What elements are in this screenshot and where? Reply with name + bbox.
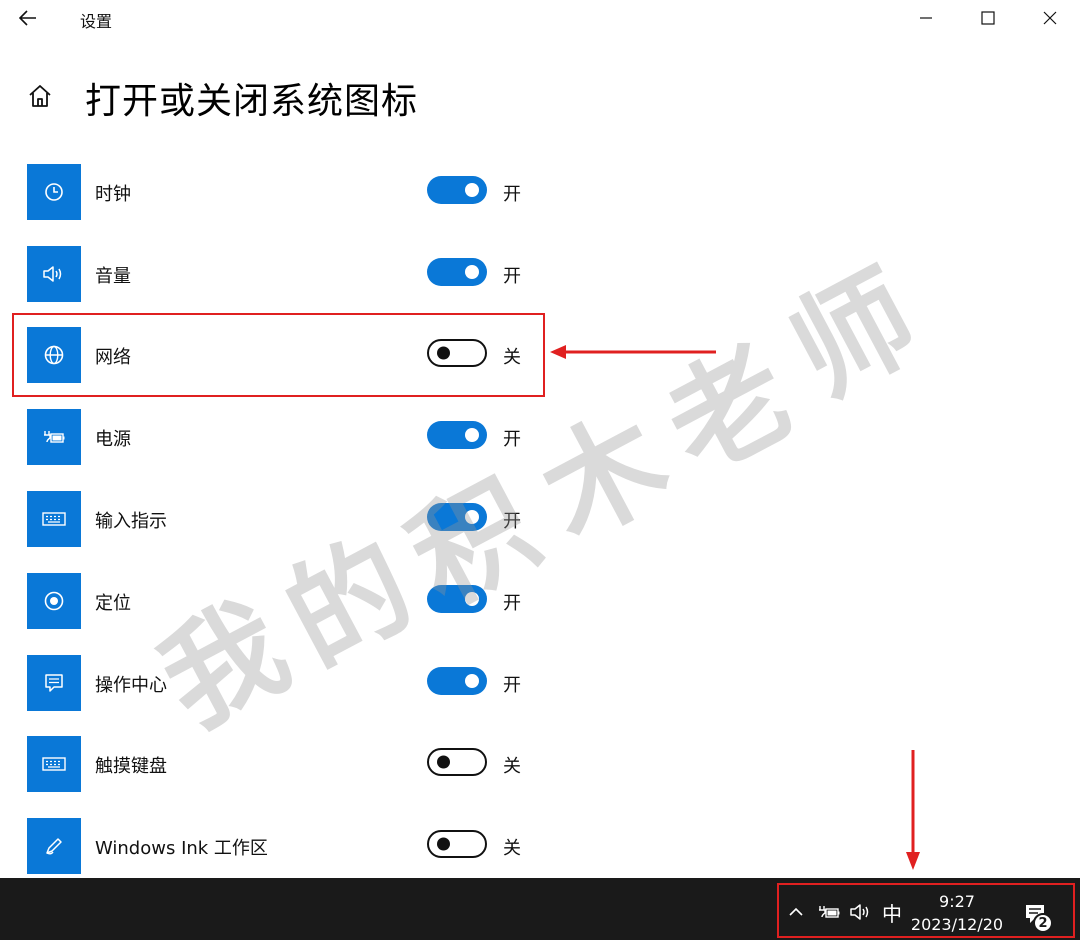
toggle-knob — [437, 755, 450, 769]
battery-plug-icon — [44, 431, 65, 443]
toggle-knob — [465, 183, 479, 197]
arrow-down-annotation — [906, 750, 920, 870]
row-label: 输入指示 — [95, 511, 167, 532]
row-label: 时钟 — [95, 184, 131, 205]
action-center-icon — [45, 674, 63, 692]
app-title: 设置 — [80, 12, 113, 31]
toggle-state: 关 — [503, 838, 521, 859]
row-label: 音量 — [95, 266, 131, 287]
row-icon-tile — [27, 736, 81, 792]
highlight-box-tray — [777, 883, 1075, 938]
keyboard-icon — [42, 757, 66, 771]
toggle-state: 开 — [503, 675, 521, 696]
row-touch-keyboard: 触摸键盘 关 — [27, 736, 537, 792]
highlight-box-network — [12, 313, 545, 397]
row-icon-tile — [27, 246, 81, 302]
page-title: 打开或关闭系统图标 — [85, 81, 419, 122]
maximize-button[interactable] — [960, 0, 1016, 36]
row-label: 定位 — [95, 593, 131, 614]
row-icon-tile — [27, 573, 81, 629]
toggle-state: 开 — [503, 511, 521, 532]
toggle-knob — [465, 592, 479, 606]
toggle-knob — [465, 428, 479, 442]
row-clock: 时钟 开 — [27, 164, 537, 220]
back-button[interactable] — [12, 4, 44, 32]
row-icon-tile — [27, 655, 81, 711]
row-label: 操作中心 — [95, 675, 167, 696]
row-icon-tile — [27, 409, 81, 465]
toggle-knob — [465, 674, 479, 688]
home-icon — [29, 85, 51, 107]
toggle-location[interactable] — [427, 585, 487, 613]
row-windows-ink: Windows Ink 工作区 关 — [27, 818, 537, 874]
row-action-center: 操作中心 开 — [27, 655, 537, 711]
toggle-knob — [465, 510, 479, 524]
close-icon — [1043, 11, 1057, 25]
watermark-char: 师 — [768, 245, 939, 424]
toggle-action-center[interactable] — [427, 667, 487, 695]
arrow-left-annotation — [550, 345, 716, 359]
row-input-indicator: 输入指示 开 — [27, 491, 537, 547]
speaker-icon — [43, 266, 62, 282]
toggle-state: 开 — [503, 593, 521, 614]
toggle-state: 开 — [503, 266, 521, 287]
location-icon — [44, 591, 64, 611]
watermark-char: 老 — [643, 321, 814, 500]
maximize-icon — [981, 11, 995, 25]
row-volume: 音量 开 — [27, 246, 537, 302]
row-power: 电源 开 — [27, 409, 537, 465]
arrow-left-icon — [19, 10, 36, 26]
keyboard-icon — [42, 512, 66, 526]
row-location: 定位 开 — [27, 573, 537, 629]
toggle-touch-keyboard[interactable] — [427, 748, 487, 776]
toggle-state: 关 — [503, 756, 521, 777]
toggle-state: 开 — [503, 429, 521, 450]
toggle-knob — [465, 265, 479, 279]
close-button[interactable] — [1022, 0, 1078, 36]
row-label: Windows Ink 工作区 — [95, 838, 268, 859]
title-bar: 设置 — [0, 0, 1080, 38]
row-label: 触摸键盘 — [95, 756, 167, 777]
toggle-clock[interactable] — [427, 176, 487, 204]
toggle-windows-ink[interactable] — [427, 830, 487, 858]
row-icon-tile — [27, 491, 81, 547]
minimize-button[interactable] — [898, 0, 954, 36]
row-label: 电源 — [95, 429, 131, 450]
clock-icon — [45, 183, 63, 201]
toggle-volume[interactable] — [427, 258, 487, 286]
home-button[interactable] — [22, 78, 58, 114]
toggle-state: 开 — [503, 184, 521, 205]
toggle-input-indicator[interactable] — [427, 503, 487, 531]
toggle-knob — [437, 837, 450, 851]
minimize-icon — [920, 17, 932, 19]
row-icon-tile — [27, 818, 81, 874]
row-icon-tile — [27, 164, 81, 220]
pen-icon — [46, 838, 62, 855]
toggle-power[interactable] — [427, 421, 487, 449]
